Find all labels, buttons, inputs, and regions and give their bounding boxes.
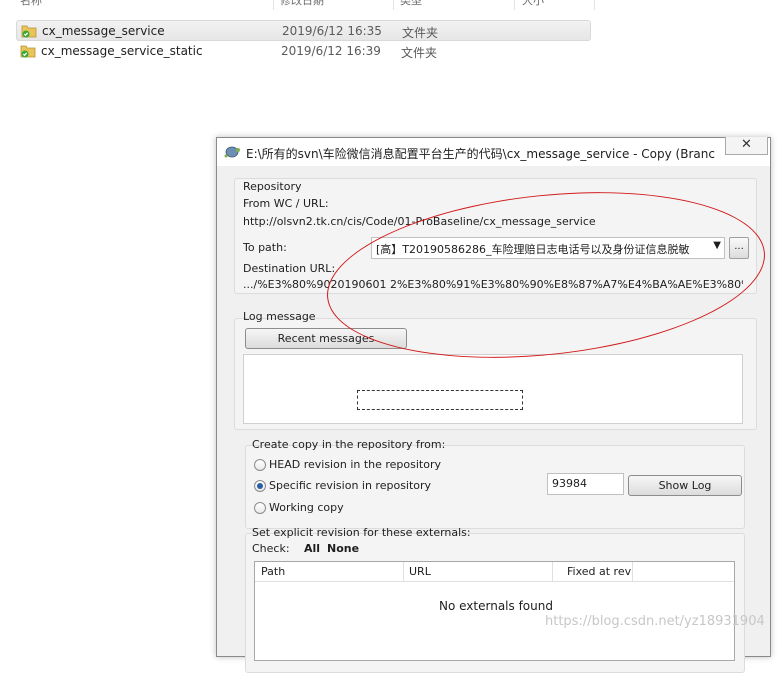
column-divider[interactable] (552, 562, 553, 582)
check-label: Check: (252, 542, 290, 555)
to-path-value: [高】T20190586286_车险理赔日志电话号以及身份证信息脱敏 (376, 243, 690, 256)
watermark: https://blog.csdn.net/yz18931904 (545, 614, 765, 629)
specific-revision-radio[interactable] (254, 480, 266, 492)
file-row[interactable]: cx_message_service 2019/6/12 16:35 文件夹 (16, 20, 591, 41)
externals-table[interactable]: Path URL Fixed at rev No externals found (254, 561, 735, 661)
column-divider[interactable] (273, 0, 274, 10)
repository-group-label: Repository (243, 180, 302, 193)
file-type: 文件夹 (402, 26, 439, 40)
check-all-link[interactable]: All (304, 542, 320, 555)
to-path-label: To path: (243, 241, 287, 254)
column-header-type[interactable]: 类型 (400, 0, 422, 8)
file-type: 文件夹 (401, 46, 438, 60)
recent-messages-button[interactable]: Recent messages (245, 328, 407, 349)
copy-branch-dialog: E:\所有的svn\车险微信消息配置平台生产的代码\cx_message_ser… (216, 137, 771, 673)
column-divider[interactable] (594, 0, 595, 10)
to-path-combobox[interactable]: [高】T20190586286_车险理赔日志电话号以及身份证信息脱敏 ▼ (371, 237, 725, 259)
working-copy-radio[interactable] (254, 502, 266, 514)
create-copy-label: Create copy in the repository from: (252, 438, 446, 451)
file-date: 2019/6/12 16:35 (282, 24, 382, 38)
head-revision-label[interactable]: HEAD revision in the repository (269, 458, 441, 471)
destination-url-label: Destination URL: (243, 262, 336, 275)
empty-externals-message: No externals found (439, 599, 553, 613)
file-date: 2019/6/12 16:39 (281, 44, 381, 58)
column-header-path[interactable]: Path (261, 565, 285, 578)
close-icon: ✕ (741, 137, 752, 152)
log-message-textarea[interactable] (243, 354, 743, 424)
repository-group (234, 178, 757, 294)
column-divider[interactable] (632, 562, 633, 582)
from-url-label: From WC / URL: (243, 197, 329, 210)
column-divider[interactable] (393, 0, 394, 10)
svn-folder-icon (20, 45, 36, 58)
focus-indicator (357, 390, 523, 410)
column-header-url[interactable]: URL (409, 565, 431, 578)
externals-label: Set explicit revision for these external… (252, 526, 471, 539)
column-header-size[interactable]: 大小 (522, 0, 544, 8)
column-header-date[interactable]: 修改日期 (280, 0, 324, 8)
head-revision-radio[interactable] (254, 459, 266, 471)
file-row[interactable]: cx_message_service_static 2019/6/12 16:3… (16, 41, 591, 62)
working-copy-label[interactable]: Working copy (269, 501, 344, 514)
log-message-label: Log message (243, 310, 316, 323)
file-name: cx_message_service (42, 24, 165, 38)
check-none-link[interactable]: None (327, 542, 359, 555)
dialog-body: Repository From WC / URL: http://olsvn2.… (223, 167, 764, 673)
from-url-value: http://olsvn2.tk.cn/cis/Code/01-ProBasel… (243, 215, 596, 228)
tortoise-svn-icon (224, 146, 240, 158)
dialog-titlebar[interactable]: E:\所有的svn\车险微信消息配置平台生产的代码\cx_message_ser… (217, 137, 770, 166)
column-divider[interactable] (403, 562, 404, 582)
column-divider[interactable] (514, 0, 515, 10)
specific-revision-label[interactable]: Specific revision in repository (269, 479, 431, 492)
svn-folder-icon (21, 25, 37, 38)
externals-table-header: Path URL Fixed at rev (255, 562, 734, 582)
revision-input[interactable]: 93984 (547, 473, 624, 495)
browse-button[interactable]: ... (729, 237, 749, 259)
dialog-title: E:\所有的svn\车险微信消息配置平台生产的代码\cx_message_ser… (246, 147, 716, 161)
chevron-down-icon[interactable]: ▼ (713, 240, 721, 251)
file-name: cx_message_service_static (41, 44, 203, 58)
show-log-button[interactable]: Show Log (628, 475, 742, 496)
column-header-fixed-rev[interactable]: Fixed at rev (567, 565, 631, 578)
column-header-name[interactable]: 名称 (20, 0, 42, 8)
close-button[interactable]: ✕ (725, 137, 768, 155)
destination-url-value: .../%E3%80%9020190601 2%E3%80%91%E3%80%9… (243, 278, 743, 291)
